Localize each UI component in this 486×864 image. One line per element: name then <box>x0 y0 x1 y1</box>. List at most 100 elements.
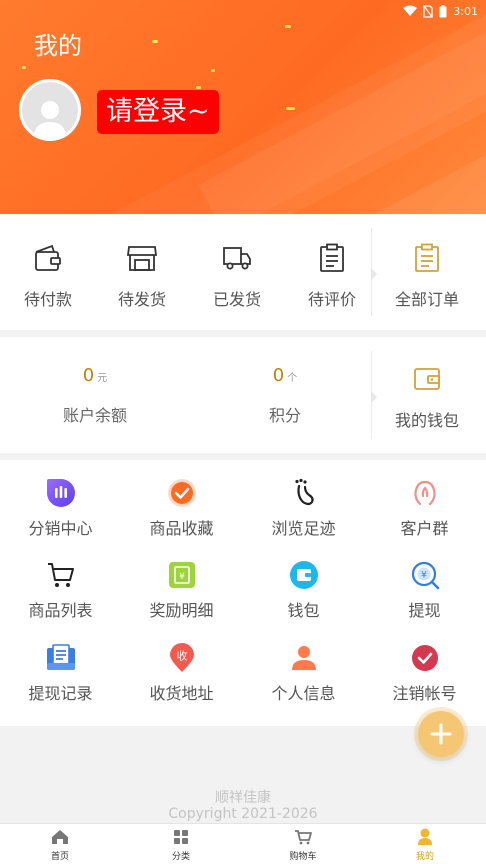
wallet-round-icon <box>289 561 318 589</box>
reward-icon: ¥ <box>168 562 195 588</box>
tab-label: 我的 <box>415 852 434 862</box>
order-pending-shipment[interactable]: 待发货 <box>94 242 190 310</box>
category-icon <box>174 830 188 844</box>
status-time: 3:01 <box>453 4 478 18</box>
feature-distribution-center[interactable]: 分销中心 <box>0 478 121 539</box>
floating-add-button[interactable] <box>418 711 464 757</box>
feature-label: 提现 <box>408 601 441 620</box>
balance-unit: 元 <box>97 373 108 384</box>
balance-label: 账户余额 <box>62 406 127 425</box>
order-label: 已发货 <box>212 290 261 309</box>
no-sim-icon <box>423 4 433 18</box>
user-silhouette-icon <box>34 101 66 138</box>
battery-icon <box>439 4 447 17</box>
wallet-section: 0元 账户余额 0个 积分 我的钱包 <box>0 337 486 453</box>
tab-me[interactable]: 我的 <box>385 827 465 862</box>
home-icon <box>52 830 68 844</box>
store-icon <box>126 246 158 271</box>
feature-label: 提现记录 <box>28 684 93 703</box>
customer-group-icon <box>413 480 436 506</box>
feature-label: 分销中心 <box>28 519 93 538</box>
points-unit: 个 <box>287 373 298 384</box>
feature-label: 钱包 <box>287 601 320 620</box>
plus-icon <box>430 723 452 745</box>
tab-label: 购物车 <box>289 852 317 862</box>
feature-reward-details[interactable]: ¥ 奖励明细 <box>121 560 242 621</box>
page-title: 我的 <box>34 32 82 60</box>
status-bar: 3:01 <box>403 2 478 20</box>
tab-label: 分类 <box>171 852 190 862</box>
header-decoration <box>286 107 295 110</box>
clipboard-icon <box>415 243 439 272</box>
clipboard-icon <box>320 243 344 272</box>
all-orders-label: 全部订单 <box>394 290 459 309</box>
feature-product-list[interactable]: 商品列表 <box>0 560 121 621</box>
feature-browse-history[interactable]: 浏览足迹 <box>243 478 364 539</box>
distribution-icon <box>46 479 75 507</box>
wallet-icon <box>414 368 440 390</box>
feature-withdraw[interactable]: ¥ 提现 <box>364 560 485 621</box>
feature-label: 奖励明细 <box>149 601 214 620</box>
footer-copyright: Copyright 2021-2026 <box>168 806 318 822</box>
cancel-account-icon <box>411 645 438 671</box>
feature-cancel-account[interactable]: 注销帐号 <box>364 643 485 704</box>
withdraw-record-icon <box>46 644 75 670</box>
truck-icon <box>223 247 251 270</box>
balance-value: 0 <box>82 365 95 386</box>
profile-header: 3:01 我的 请登录~ <box>0 0 486 214</box>
order-label: 待评价 <box>307 290 356 309</box>
chevron-right-icon <box>371 268 377 280</box>
feature-wallet[interactable]: 钱包 <box>243 560 364 621</box>
footer-brand: 顺祥佳康 <box>215 790 271 806</box>
feature-shipping-address[interactable]: 收 收货地址 <box>121 643 242 704</box>
chevron-right-icon <box>371 391 377 403</box>
svg-text:¥: ¥ <box>421 571 427 581</box>
header-decoration <box>196 86 201 89</box>
avatar[interactable] <box>19 79 81 141</box>
me-icon <box>418 828 432 845</box>
svg-text:收: 收 <box>176 649 187 663</box>
order-pending-review[interactable]: 待评价 <box>284 242 380 310</box>
address-pin-icon: 收 <box>169 643 194 672</box>
points-label: 积分 <box>268 406 301 425</box>
features-grid: 分销中心 商品收藏 浏览足迹 客户群 商品列表 ¥ 奖励明细 钱包 ¥ 提现 提… <box>0 460 486 726</box>
tab-home[interactable]: 首页 <box>20 827 100 862</box>
tab-category[interactable]: 分类 <box>141 827 221 862</box>
cart-tab-icon <box>295 830 312 845</box>
tab-label: 首页 <box>50 852 69 862</box>
cart-icon <box>47 563 74 587</box>
order-label: 待付款 <box>23 290 72 309</box>
login-button[interactable]: 请登录~ <box>97 90 219 134</box>
bottom-tab-bar: 首页 分类 购物车 我的 <box>0 823 486 864</box>
header-decoration <box>285 25 291 28</box>
person-icon <box>291 646 316 670</box>
points[interactable]: 0个 积分 <box>205 365 365 426</box>
feature-label: 浏览足迹 <box>271 519 336 538</box>
header-decoration <box>22 66 26 69</box>
feature-customer-group[interactable]: 客户群 <box>364 478 485 539</box>
svg-text:¥: ¥ <box>179 572 185 582</box>
feature-withdraw-record[interactable]: 提现记录 <box>0 643 121 704</box>
my-wallet-button[interactable]: 我的钱包 <box>379 363 475 431</box>
order-pending-payment[interactable]: 待付款 <box>0 242 96 310</box>
wallet-icon <box>35 244 61 271</box>
feature-label: 商品收藏 <box>149 519 214 538</box>
feature-label: 商品列表 <box>28 601 93 620</box>
header-decoration <box>152 40 158 43</box>
footprint-icon <box>294 478 314 506</box>
all-orders-button[interactable]: 全部订单 <box>379 242 475 310</box>
favorite-check-icon <box>167 479 196 507</box>
header-decoration <box>211 69 215 72</box>
points-value: 0 <box>272 365 285 386</box>
wifi-icon <box>403 5 418 16</box>
withdraw-icon: ¥ <box>411 561 439 590</box>
my-wallet-label: 我的钱包 <box>394 411 459 430</box>
feature-favorites[interactable]: 商品收藏 <box>121 478 242 539</box>
feature-label: 注销帐号 <box>392 684 457 703</box>
order-label: 待发货 <box>117 290 166 309</box>
feature-label: 收货地址 <box>149 684 214 703</box>
order-shipped[interactable]: 已发货 <box>189 242 285 310</box>
account-balance[interactable]: 0元 账户余额 <box>15 365 175 426</box>
tab-cart[interactable]: 购物车 <box>263 827 343 862</box>
feature-personal-info[interactable]: 个人信息 <box>243 643 364 704</box>
